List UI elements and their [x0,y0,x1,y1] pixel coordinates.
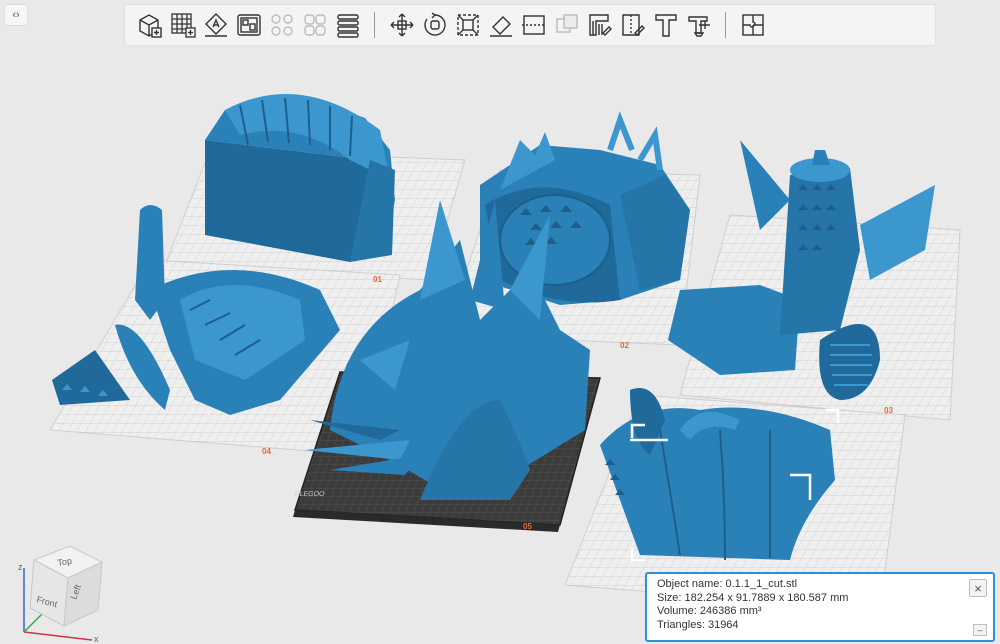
cube-add-icon [138,14,162,38]
toolbar-separator [374,12,375,38]
3d-viewport[interactable]: ELEGOO 01 02 03 04 05 [0,0,1000,644]
x-axis [23,631,93,641]
auto-orient-button[interactable] [200,9,231,41]
object-volume-value: 246386 mm³ [699,605,762,617]
plate-label-04: 04 [262,447,271,456]
text-icon [654,14,677,37]
view-cube[interactable]: z x Top Front Left [12,540,112,644]
assembly-button[interactable] [737,9,768,41]
split-objects-button[interactable] [266,9,297,41]
layers-icon [336,14,359,38]
model-01[interactable] [205,94,395,262]
plate-label-01: 01 [373,275,382,284]
scale-icon [456,14,479,36]
object-name-label: Object name: [657,578,726,590]
support-paint-button[interactable] [584,9,615,41]
emboss-button[interactable] [683,9,714,41]
layers-button[interactable] [332,9,363,41]
object-info-panel: Object name: 0.1.1_1_cut.stl Size: 182.2… [645,572,995,642]
split-objects-icon [270,14,293,36]
rotate-icon [423,12,446,36]
arrange-button[interactable] [233,9,264,41]
cut-icon [521,15,546,35]
arrange-icon [236,14,261,36]
rotate-button[interactable] [419,9,450,41]
scale-button[interactable] [452,9,483,41]
emboss-icon [687,16,710,37]
minimize-icon: – [977,624,983,635]
toolbar-separator [725,12,726,38]
move-button[interactable] [386,9,417,41]
object-name-row: Object name: 0.1.1_1_cut.stl [657,578,983,592]
grid-add-icon [170,13,196,38]
add-plate-button[interactable] [167,9,198,41]
plate-label-02: 02 [620,341,629,350]
text-button[interactable] [650,9,681,41]
object-volume-label: Volume: [657,605,700,617]
object-size-row: Size: 182.254 x 91.7889 x 180.587 mm [657,592,983,606]
auto-orient-icon [204,13,227,37]
bed-brand-label: ELEGOO [294,491,325,498]
split-parts-icon [303,14,326,36]
object-triangles-value: 31964 [707,618,739,631]
object-name-value: 0.1.1_1_cut.stl [725,578,798,590]
cut-button[interactable] [518,9,549,41]
object-triangles-label: Triangles: [657,618,708,631]
close-icon: × [974,580,982,596]
plate-label-03: 03 [884,406,893,415]
scene-canvas[interactable]: ELEGOO 01 02 03 04 05 [0,0,1000,644]
collapse-arrows-icon: ‹› [12,9,20,21]
object-triangles-row: Triangles: 31964 [657,619,983,633]
plate-label-05: 05 [523,522,532,531]
sidebar-toggle-button[interactable]: ‹› [4,4,28,26]
lay-on-face-icon [489,16,512,37]
puzzle-icon [741,14,764,36]
seam-paint-icon [621,14,645,36]
info-close-button[interactable]: × [969,579,987,597]
axis-z-label: z [18,562,23,572]
lay-on-face-button[interactable] [485,9,516,41]
main-toolbar [124,4,936,46]
axis-x-label: x [94,634,99,644]
boolean-button[interactable] [551,9,582,41]
object-volume-row: Volume: 246386 mm³ [657,605,983,619]
info-collapse-button[interactable]: – [973,624,987,636]
seam-paint-button[interactable] [617,9,648,41]
model-02[interactable] [480,111,690,305]
support-paint-icon [588,14,612,36]
boolean-icon [555,14,578,33]
object-size-label: Size: [657,591,685,604]
move-icon [390,13,413,37]
object-size-value: 182.254 x 91.7889 x 180.587 mm [684,591,849,604]
split-parts-button[interactable] [299,9,330,41]
add-object-button[interactable] [134,9,165,41]
